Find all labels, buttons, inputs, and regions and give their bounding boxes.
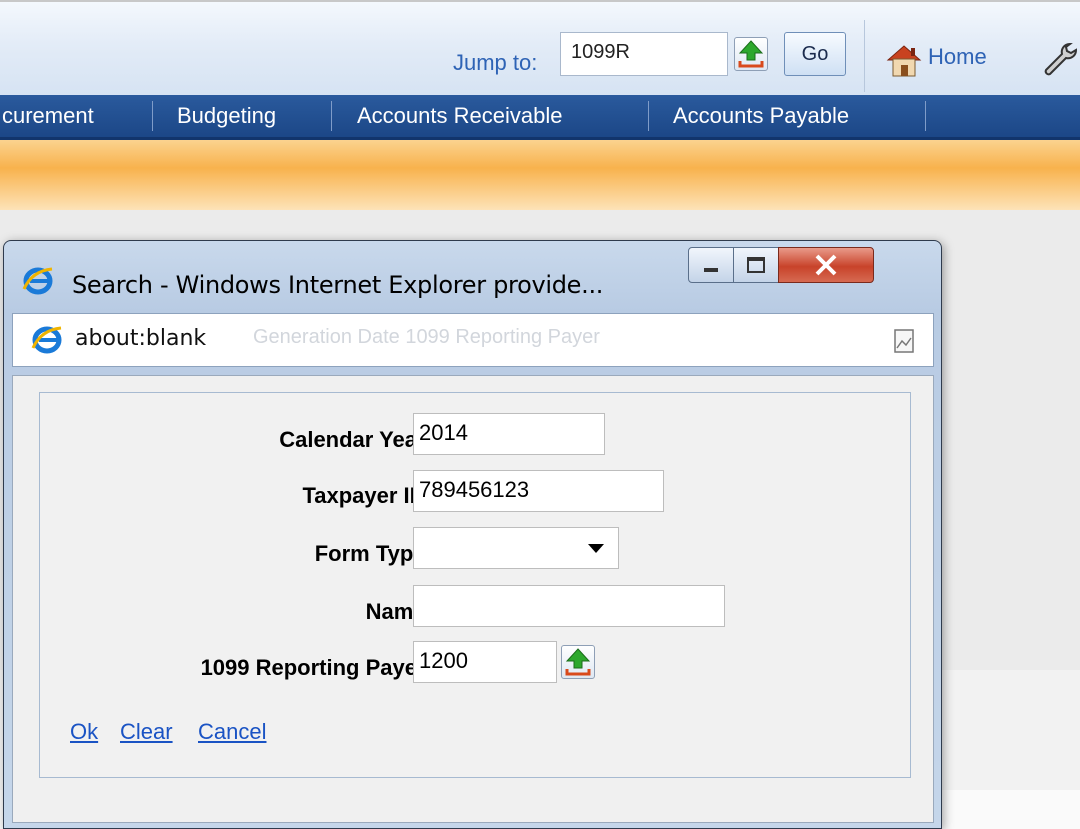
window-title: Search - Windows Internet Explorer provi… (72, 271, 604, 299)
ok-link[interactable]: Ok (70, 719, 98, 745)
page-icon (893, 328, 915, 354)
app-header: Jump to: 1099R Go Home (0, 0, 1080, 95)
nav-item-accounts-payable[interactable]: Accounts Payable (673, 95, 849, 137)
reporting-payer-lookup-button[interactable] (561, 645, 595, 679)
nav-item-accounts-receivable[interactable]: Accounts Receivable (357, 95, 562, 137)
popup-content: Calendar Year : 2014 Taxpayer ID : 78945… (12, 375, 934, 823)
address-text: about:blank (75, 326, 207, 351)
main-nav: curement Budgeting Accounts Receivable A… (0, 95, 1080, 140)
reporting-payer-input[interactable]: 1200 (413, 641, 557, 683)
taxpayer-id-input[interactable]: 789456123 (413, 470, 664, 512)
close-icon (815, 254, 837, 276)
maximize-button[interactable] (733, 247, 779, 283)
clear-link[interactable]: Clear (120, 719, 173, 745)
internet-explorer-icon (31, 324, 63, 356)
cancel-link[interactable]: Cancel (198, 719, 266, 745)
home-link[interactable]: Home (928, 44, 987, 70)
search-popup-window: Search - Windows Internet Explorer provi… (3, 240, 942, 829)
jump-lookup-button[interactable] (734, 37, 768, 71)
jump-to-input[interactable]: 1099R (560, 32, 728, 76)
nav-item-budgeting[interactable]: Budgeting (177, 95, 276, 137)
minimize-icon (704, 268, 718, 272)
lookup-upload-icon (738, 40, 764, 68)
reporting-payer-label: 1099 Reporting Payer : (200, 655, 439, 680)
internet-explorer-icon (22, 265, 54, 297)
name-input[interactable] (413, 585, 725, 627)
close-button[interactable] (778, 247, 874, 283)
minimize-button[interactable] (688, 247, 734, 283)
sub-toolbar (0, 140, 1080, 210)
wrench-icon[interactable] (1040, 40, 1080, 80)
nav-item-procurement[interactable]: curement (2, 95, 94, 137)
window-titlebar[interactable]: Search - Windows Internet Explorer provi… (4, 241, 941, 305)
jump-to-label: Jump to: (453, 50, 538, 75)
address-ghost-text: Generation Date 1099 Reporting Payer (253, 326, 600, 348)
nav-divider (925, 101, 926, 131)
go-button[interactable]: Go (784, 32, 846, 76)
form-type-select[interactable] (413, 527, 619, 569)
address-bar[interactable]: about:blank Generation Date 1099 Reporti… (12, 313, 934, 367)
home-icon[interactable] (884, 40, 924, 80)
nav-divider (648, 101, 649, 131)
chevron-down-icon (588, 544, 604, 553)
maximize-icon (747, 257, 765, 273)
calendar-year-input[interactable]: 2014 (413, 413, 605, 455)
search-form: Calendar Year : 2014 Taxpayer ID : 78945… (39, 392, 911, 778)
header-divider (864, 20, 865, 92)
lookup-upload-icon (565, 648, 591, 676)
nav-divider (331, 101, 332, 131)
nav-divider (152, 101, 153, 131)
